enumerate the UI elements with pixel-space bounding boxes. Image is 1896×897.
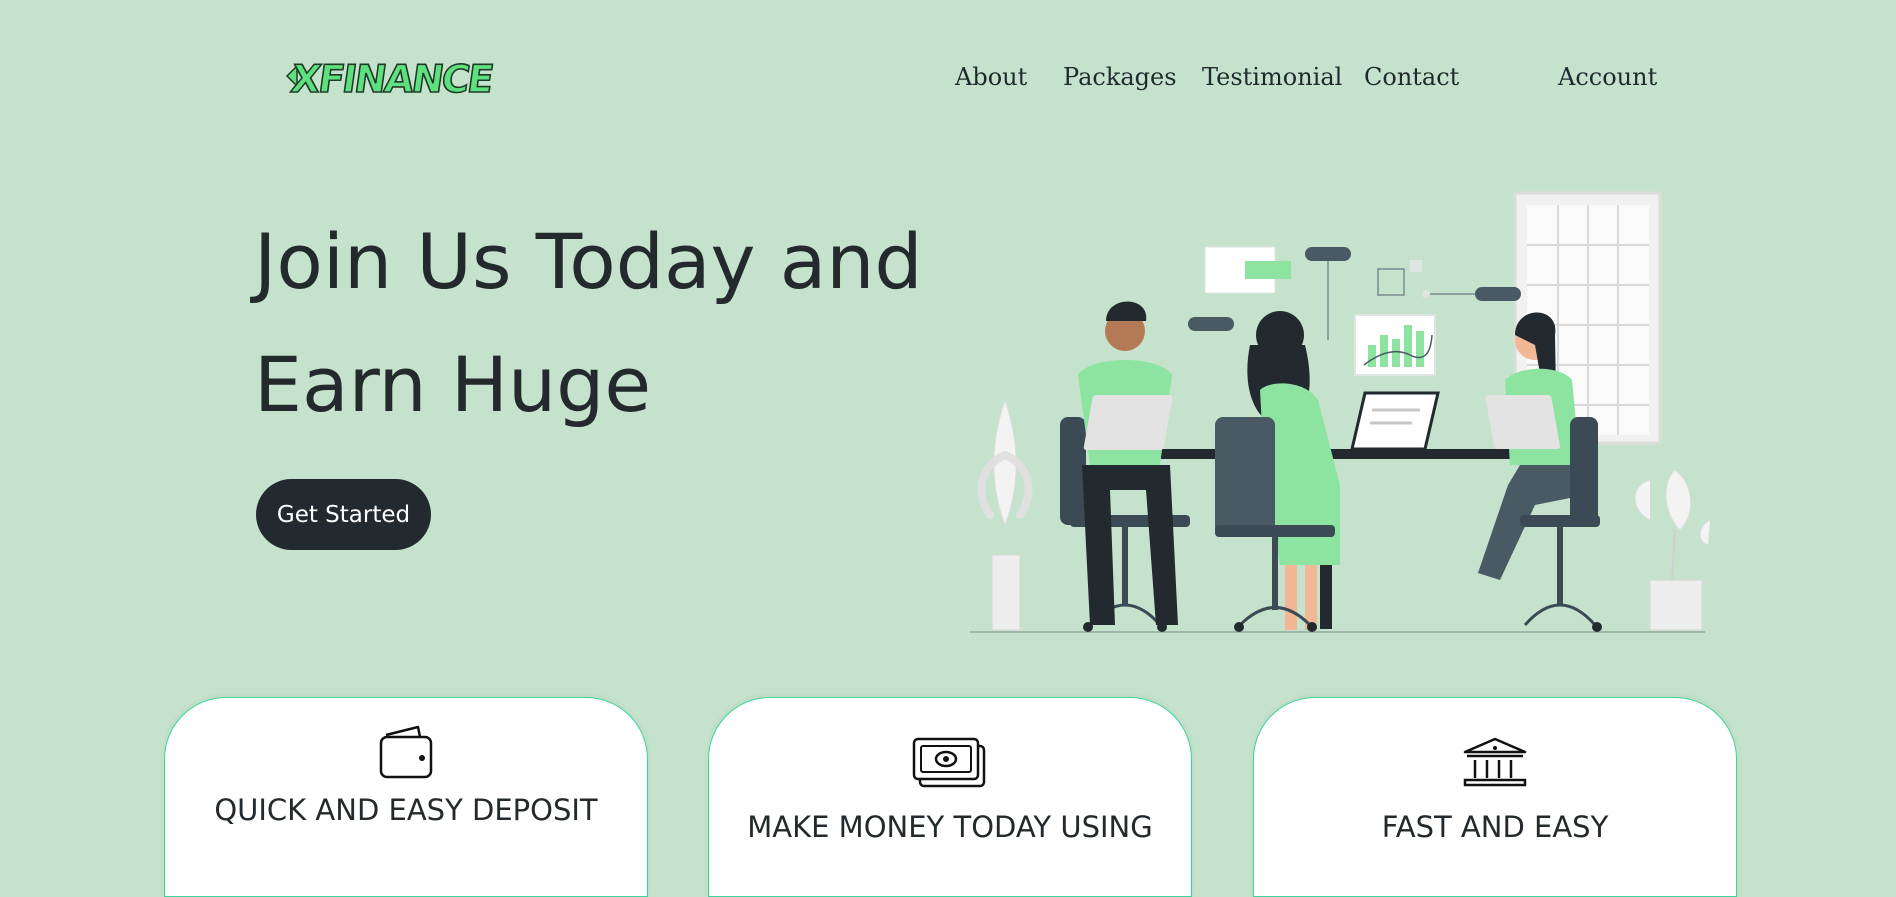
nav-link-account[interactable]: Account — [1558, 63, 1657, 91]
feature-card-make-money: MAKE MONEY TODAY USING — [708, 697, 1192, 897]
nav-link-testimonial[interactable]: Testimonial — [1202, 63, 1342, 91]
illustration-svg — [970, 191, 1711, 633]
hero-title-line-2: Earn Huge — [254, 340, 652, 429]
feature-title-deposit: QUICK AND EASY DEPOSIT — [214, 793, 598, 827]
xfinance-logo-mark: XFINANCE — [285, 57, 495, 103]
nav-link-contact[interactable]: Contact — [1364, 63, 1459, 91]
cash-icon — [912, 736, 988, 794]
team-working-illustration — [960, 185, 1720, 635]
wallet-icon — [378, 725, 434, 783]
feature-title-make-money: MAKE MONEY TODAY USING — [747, 810, 1153, 844]
feature-card-fast: FAST AND EASY — [1253, 697, 1737, 897]
bank-icon — [1461, 736, 1529, 794]
hero-title-line-1: Join Us Today and — [254, 217, 923, 306]
nav-link-packages[interactable]: Packages — [1063, 63, 1177, 91]
feature-title-fast: FAST AND EASY — [1381, 810, 1609, 844]
brand-logo[interactable]: XFINANCE — [285, 54, 495, 103]
hero-title: Join Us Today and Earn Huge — [254, 200, 974, 446]
feature-card-deposit: QUICK AND EASY DEPOSIT — [164, 697, 648, 897]
nav-link-about[interactable]: About — [955, 63, 1027, 91]
navbar: XFINANCE About Packages Testimonial Cont… — [0, 0, 1896, 160]
get-started-button[interactable]: Get Started — [256, 479, 431, 550]
svg-text:XFINANCE: XFINANCE — [288, 58, 494, 98]
